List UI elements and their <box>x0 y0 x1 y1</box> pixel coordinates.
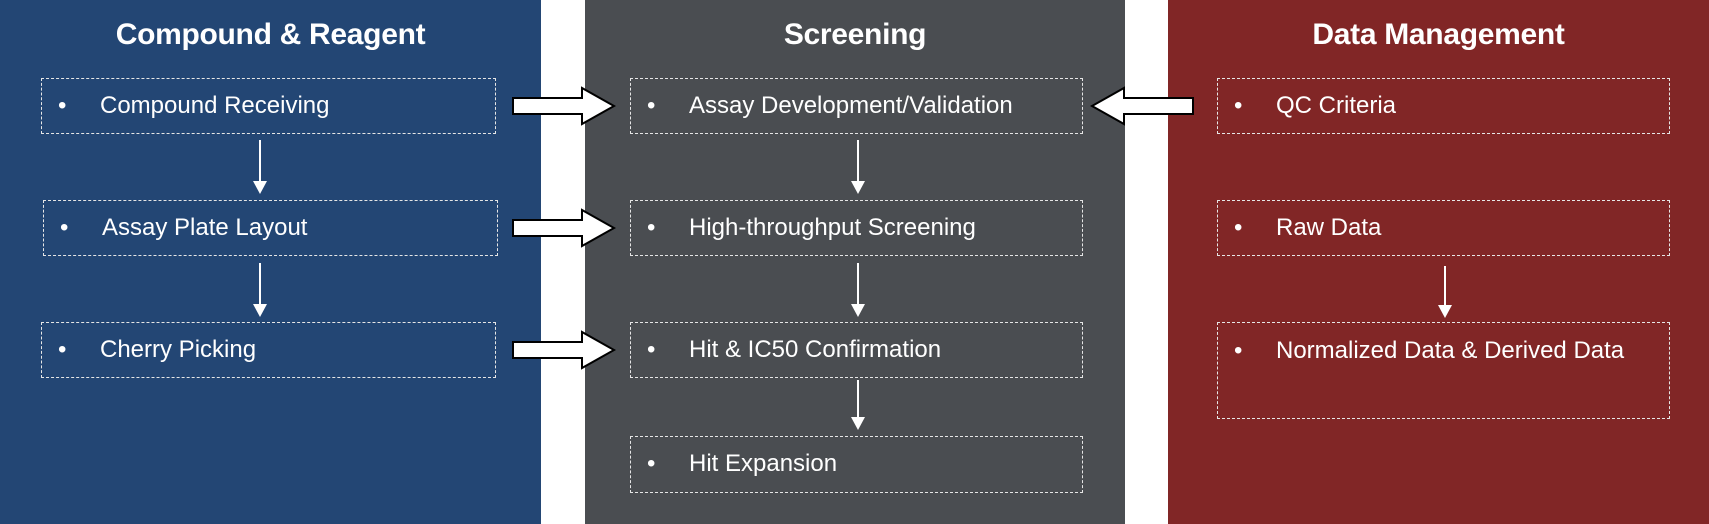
bullet: • <box>647 214 656 241</box>
step-label: Assay Plate Layout <box>102 214 308 241</box>
step-label: Hit Expansion <box>689 450 838 477</box>
step-label: QC Criteria <box>1276 92 1397 119</box>
bullet: • <box>1234 214 1243 241</box>
right-block-arrow-icon <box>512 208 617 248</box>
step-label: Normalized Data & Derived Data <box>1276 337 1625 364</box>
down-arrow-icon <box>851 263 865 317</box>
bullet: • <box>60 214 69 241</box>
bullet: • <box>1234 337 1243 364</box>
step-label: High-throughput Screening <box>689 214 976 241</box>
step-label: Raw Data <box>1276 214 1382 241</box>
step-hts: • High-throughput Screening <box>630 200 1083 256</box>
step-compound-receiving: • Compound Receiving <box>41 78 496 134</box>
down-arrow-icon <box>253 140 267 194</box>
right-block-arrow-icon <box>512 86 617 126</box>
bullet: • <box>58 92 67 119</box>
bullet: • <box>647 92 656 119</box>
down-arrow-icon <box>851 380 865 430</box>
panel-title: Data Management <box>1312 18 1565 51</box>
panel-title: Compound & Reagent <box>115 18 426 51</box>
step-qc-criteria: • QC Criteria <box>1217 78 1670 134</box>
step-label: Hit & IC50 Confirmation <box>689 336 942 363</box>
bullet: • <box>647 450 656 477</box>
step-assay-development: • Assay Development/Validation <box>630 78 1083 134</box>
panel-title: Screening <box>783 18 927 51</box>
bullet: • <box>647 336 656 363</box>
step-assay-plate-layout: • Assay Plate Layout <box>43 200 498 256</box>
down-arrow-icon <box>851 140 865 194</box>
step-label: Compound Receiving <box>100 92 330 119</box>
bullet: • <box>1234 92 1243 119</box>
step-cherry-picking: • Cherry Picking <box>41 322 496 378</box>
down-arrow-icon <box>1438 266 1452 318</box>
step-label: Cherry Picking <box>100 336 257 363</box>
down-arrow-icon <box>253 263 267 317</box>
step-normalized-data: • Normalized Data & Derived Data <box>1217 322 1670 419</box>
step-hit-confirmation: • Hit & IC50 Confirmation <box>630 322 1083 378</box>
bullet: • <box>58 336 67 363</box>
step-raw-data: • Raw Data <box>1217 200 1670 256</box>
step-hit-expansion: • Hit Expansion <box>630 436 1083 493</box>
step-label: Assay Development/Validation <box>689 92 1013 119</box>
right-block-arrow-icon <box>512 330 617 370</box>
left-block-arrow-icon <box>1089 86 1194 126</box>
